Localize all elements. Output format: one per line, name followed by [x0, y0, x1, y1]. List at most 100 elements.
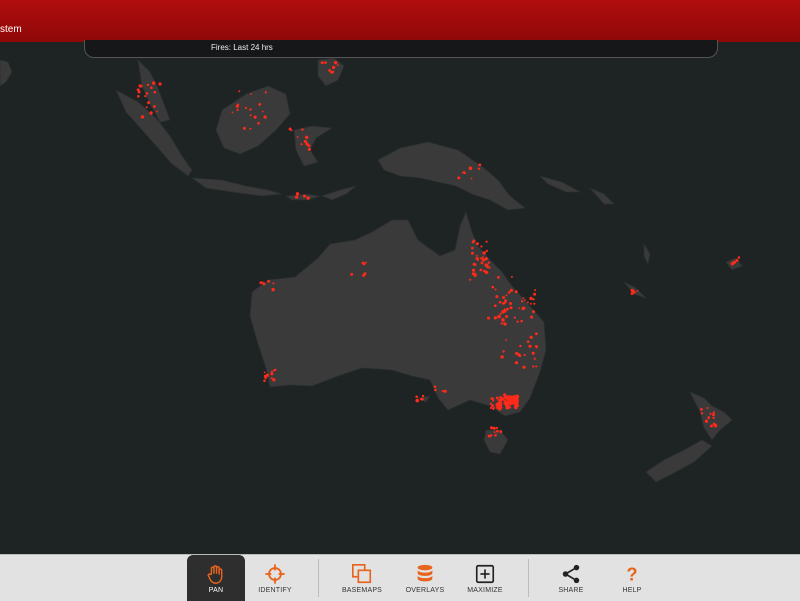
landmass-new-caledonia — [623, 281, 647, 299]
pan-label: PAN — [208, 587, 224, 594]
fire-point — [505, 401, 509, 405]
fire-point — [476, 242, 479, 246]
fire-point — [236, 108, 239, 111]
fire-point — [710, 424, 713, 428]
map-svg[interactable] — [0, 43, 800, 554]
fire-point — [509, 395, 513, 398]
fire-point — [307, 144, 311, 148]
fire-point — [419, 398, 422, 401]
fire-point — [712, 416, 715, 419]
fire-point — [295, 192, 300, 196]
fire-point — [636, 290, 639, 292]
fire-point — [514, 361, 519, 365]
help-label: HELP — [622, 587, 642, 594]
fire-point — [509, 288, 513, 292]
fire-point — [510, 275, 513, 278]
fire-point — [362, 274, 366, 277]
fire-point — [324, 61, 327, 64]
fire-point — [487, 316, 490, 320]
fire-point — [138, 84, 142, 88]
overlays-button[interactable]: OVERLAYS — [396, 555, 454, 601]
fire-point — [531, 351, 535, 355]
fire-point — [502, 350, 505, 353]
fire-point — [145, 92, 149, 95]
fire-point — [147, 101, 151, 105]
fire-point — [270, 372, 274, 376]
landmass-sulawesi — [293, 125, 334, 167]
maximize-label: MAXIMIZE — [467, 587, 503, 594]
identify-button[interactable]: IDENTIFY — [246, 555, 304, 601]
fire-point — [735, 259, 739, 262]
fire-point — [532, 298, 535, 301]
fire-point — [514, 290, 518, 294]
fire-point — [249, 127, 252, 130]
fire-point — [270, 370, 274, 373]
landmass-solomon-islands — [589, 187, 615, 205]
fire-point — [156, 110, 159, 113]
fire-point — [495, 295, 499, 299]
bottom-toolbar: PAN IDENTIFY BASEMAPS OVERLAYS MAXIMIZE … — [0, 554, 800, 601]
fire-point — [507, 291, 511, 294]
fire-point — [482, 251, 486, 255]
fire-point — [489, 402, 493, 405]
fire-point — [487, 434, 491, 438]
fire-point — [480, 257, 483, 260]
fire-point — [707, 416, 711, 420]
fire-point — [486, 271, 489, 274]
fire-point — [263, 374, 267, 378]
fire-point — [493, 406, 496, 409]
fire-point — [709, 412, 712, 415]
fire-point — [331, 65, 336, 70]
fire-point — [516, 397, 519, 400]
fire-point — [500, 322, 504, 325]
fire-point — [491, 285, 495, 289]
fire-point — [496, 429, 499, 433]
basemaps-button[interactable]: BASEMAPS — [333, 555, 391, 601]
fire-point — [494, 288, 497, 291]
fire-point — [471, 268, 476, 272]
fire-point — [421, 394, 425, 398]
fire-point — [249, 108, 252, 111]
map-canvas[interactable] — [0, 43, 800, 554]
identify-label: IDENTIFY — [258, 587, 292, 594]
landmass-lesser-sunda — [284, 193, 321, 201]
basemaps-label: BASEMAPS — [341, 587, 383, 594]
fire-point — [305, 135, 309, 139]
fire-point — [516, 320, 519, 323]
fire-point — [494, 433, 497, 437]
share-button[interactable]: SHARE — [542, 555, 600, 601]
fire-point — [700, 408, 703, 411]
fire-point — [503, 393, 507, 397]
landmass-tasmania — [483, 429, 509, 455]
pan-button[interactable]: PAN — [187, 555, 245, 601]
fire-point — [471, 240, 475, 244]
fire-point — [261, 281, 264, 284]
fire-point — [146, 83, 150, 87]
fire-point — [533, 357, 536, 360]
fire-point — [713, 424, 718, 428]
fire-point — [264, 91, 267, 94]
fire-point — [469, 278, 472, 281]
help-button[interactable]: ? HELP — [603, 555, 661, 601]
plus-square-icon — [475, 564, 495, 584]
fire-point — [480, 245, 483, 248]
landmass-new-guinea — [377, 141, 526, 211]
fire-point — [520, 319, 523, 323]
fire-point — [529, 302, 532, 305]
fire-point — [524, 299, 526, 301]
fire-point — [497, 407, 502, 411]
fire-point — [306, 196, 309, 199]
fire-point — [457, 176, 461, 180]
fire-point — [271, 377, 274, 380]
maximize-button[interactable]: MAXIMIZE — [456, 555, 514, 601]
fire-point — [333, 60, 338, 65]
fire-point — [487, 261, 490, 264]
share-icon — [562, 564, 580, 584]
fire-point — [712, 413, 715, 417]
fire-point — [506, 307, 509, 311]
fire-point — [704, 419, 709, 423]
fire-point — [500, 431, 502, 434]
fire-point — [242, 126, 246, 130]
fire-point — [522, 365, 526, 369]
fire-point — [529, 335, 533, 339]
